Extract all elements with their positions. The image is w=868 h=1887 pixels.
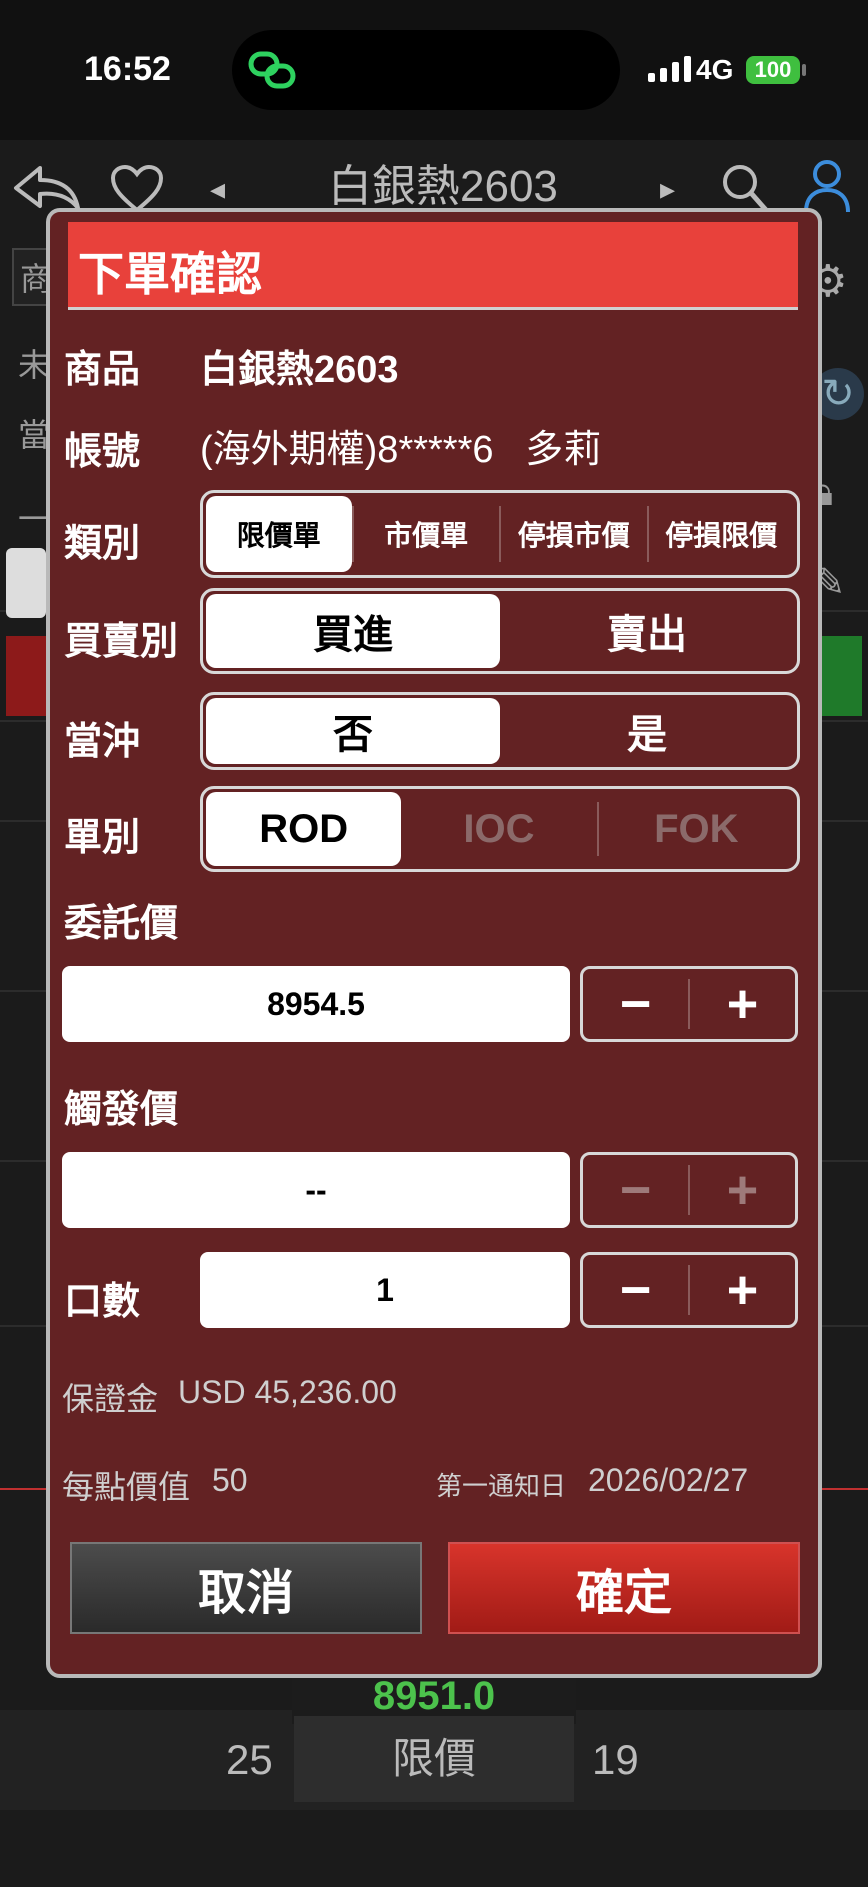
tif-selector: ROD IOC FOK	[200, 786, 800, 872]
qty-plus-button[interactable]: +	[690, 1255, 795, 1325]
side-label: 買賣別	[64, 621, 179, 663]
tif-ioc[interactable]: IOC	[401, 792, 596, 866]
network-type: 4G	[696, 54, 734, 85]
order-kind-market[interactable]: 市價單	[354, 496, 500, 572]
price-stepper: − +	[580, 966, 798, 1042]
qty-minus-button[interactable]: −	[583, 1255, 688, 1325]
point-value-label: 每點價值	[62, 1469, 191, 1505]
prev-product-icon[interactable]: ◂	[210, 172, 225, 207]
account-value: (海外期權)8*****6 多莉	[200, 429, 602, 471]
day-trade-selector: 否 是	[200, 692, 800, 770]
cancel-button[interactable]: 取消	[70, 1542, 422, 1634]
product-title: 白銀熱2603	[328, 162, 558, 211]
order-kind-stop-limit[interactable]: 停損限價	[649, 496, 795, 572]
price-plus-button[interactable]: +	[690, 969, 795, 1039]
order-kind-limit[interactable]: 限價單	[206, 496, 352, 572]
qty-input[interactable]: 1	[200, 1252, 570, 1328]
order-kind-label: 類別	[64, 523, 141, 565]
trigger-minus-button[interactable]: −	[583, 1155, 688, 1225]
tif-fok[interactable]: FOK	[599, 792, 794, 866]
account-label: 帳號	[64, 431, 141, 473]
trigger-label: 觸發價	[64, 1089, 179, 1131]
product-value: 白銀熱2603	[200, 349, 399, 391]
trigger-input[interactable]: --	[62, 1152, 570, 1228]
first-notice-date: 2026/02/27	[588, 1462, 749, 1498]
order-kind-selector: 限價單 市價單 停損市價 停損限價	[200, 490, 800, 578]
dialog-title: 下單確認	[78, 248, 262, 300]
clock: 16:52	[84, 50, 171, 88]
signal-icon	[648, 56, 691, 82]
point-value: 50	[212, 1462, 248, 1498]
dialog-header: 下單確認	[68, 222, 798, 310]
side-sell[interactable]: 賣出	[500, 594, 794, 668]
price-label: 委託價	[64, 903, 179, 945]
side-toggle[interactable]	[6, 548, 46, 618]
qty-label: 口數	[64, 1281, 141, 1323]
side-buy[interactable]: 買進	[206, 594, 500, 668]
bid-quantity: 25	[226, 1736, 273, 1783]
margin-value: USD 45,236.00	[178, 1374, 397, 1410]
status-bar: 16:52 4G 100	[0, 0, 868, 140]
day-trade-label: 當沖	[64, 721, 141, 763]
side-buy-bar	[822, 636, 862, 716]
side-selector: 買進 賣出	[200, 588, 800, 674]
confirm-button[interactable]: 確定	[448, 1542, 800, 1634]
heart-icon[interactable]	[110, 164, 164, 214]
tif-rod[interactable]: ROD	[206, 792, 402, 866]
order-kind-stop-market[interactable]: 停損市價	[501, 496, 647, 572]
price-minus-button[interactable]: −	[583, 969, 688, 1039]
first-notice-label: 第一通知日	[436, 1471, 567, 1501]
order-type-button[interactable]: 限價	[294, 1716, 574, 1802]
side-sell-bar	[6, 636, 46, 716]
day-trade-no[interactable]: 否	[206, 698, 500, 764]
tif-label: 單別	[64, 817, 141, 859]
order-confirm-dialog: 下單確認 商品 白銀熱2603 帳號 (海外期權)8*****6 多莉 類別 限…	[46, 208, 822, 1678]
qty-stepper: − +	[580, 1252, 798, 1328]
ask-quantity: 19	[592, 1736, 639, 1783]
next-product-icon[interactable]: ▸	[660, 172, 675, 207]
price-input[interactable]: 8954.5	[62, 966, 570, 1042]
day-trade-yes[interactable]: 是	[500, 698, 794, 764]
back-icon[interactable]	[12, 162, 82, 212]
link-app-icon	[248, 51, 296, 89]
trigger-plus-button[interactable]: +	[690, 1155, 795, 1225]
margin-label: 保證金	[62, 1381, 159, 1417]
battery-icon: 100	[746, 56, 800, 84]
battery-tip	[802, 64, 806, 76]
product-label: 商品	[64, 349, 141, 391]
trigger-stepper: − +	[580, 1152, 798, 1228]
